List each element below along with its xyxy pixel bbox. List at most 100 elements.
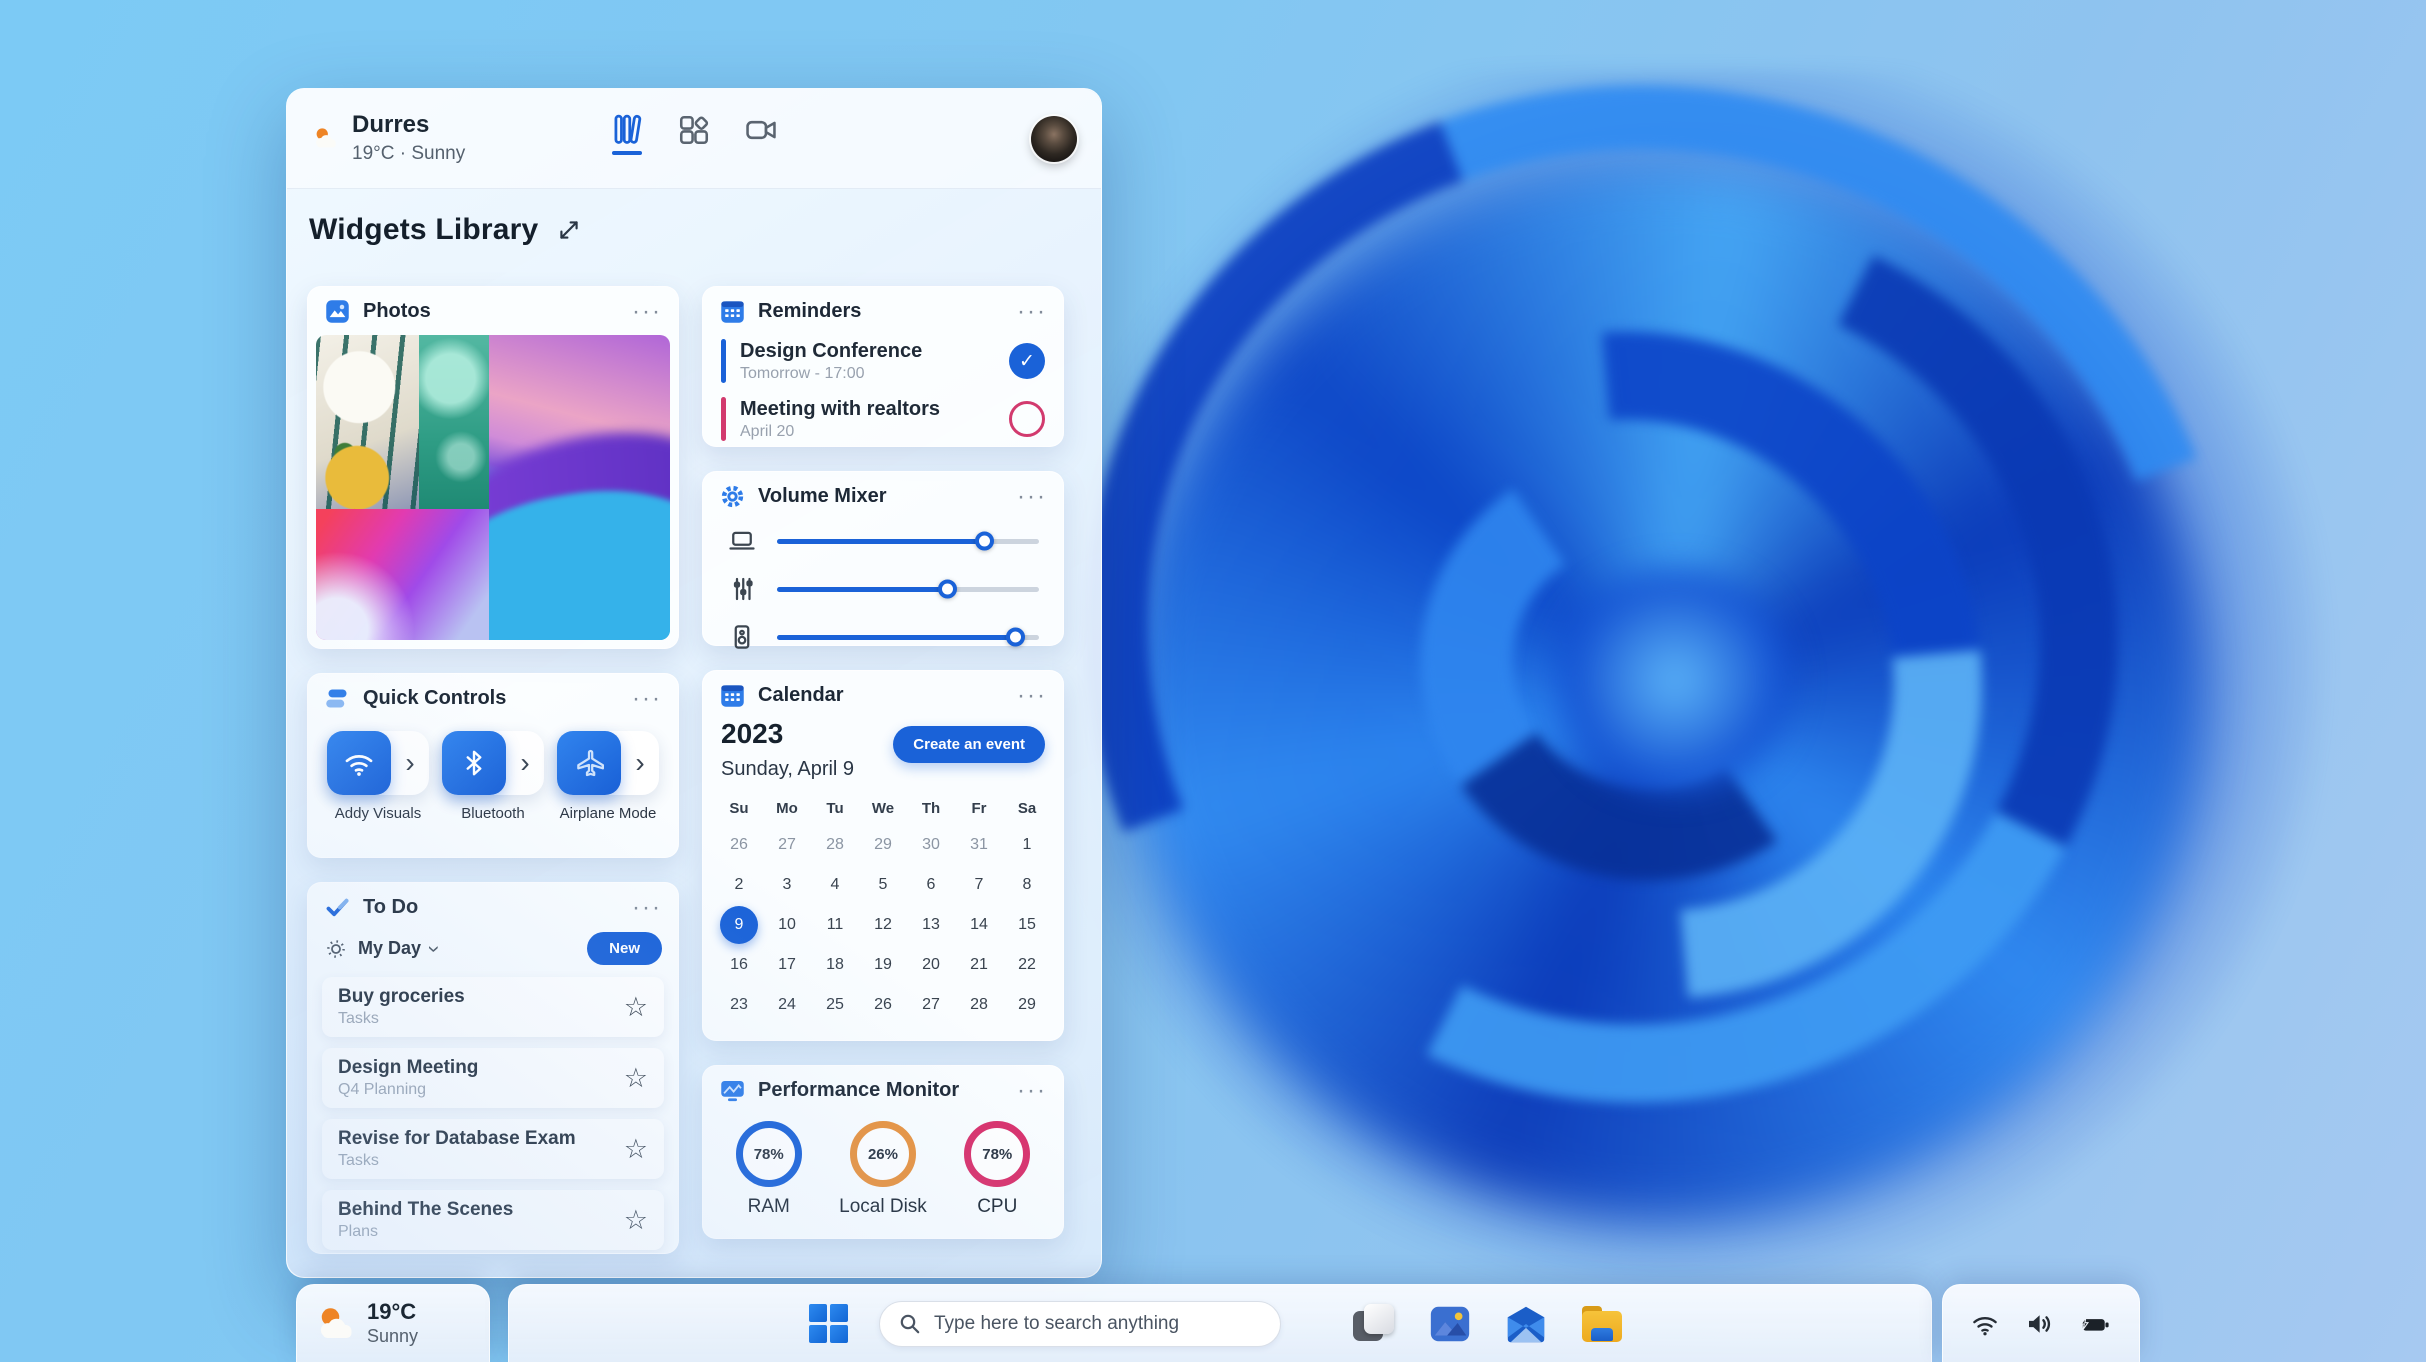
calendar-day[interactable]: 28 — [955, 985, 1003, 1025]
bluetooth-toggle-button[interactable] — [442, 731, 506, 795]
taskbar-condition: Sunny — [367, 1325, 419, 1346]
calendar-day[interactable]: 23 — [715, 985, 763, 1025]
taskbar-weather[interactable]: 19°C Sunny — [296, 1284, 490, 1362]
calendar-day[interactable]: 28 — [811, 825, 859, 865]
calendar-grid: Su Mo Tu We Th Fr Sa 26 27 28 29 30 31 1 2345678 9 10… — [703, 781, 1063, 1025]
task-row[interactable]: Revise for Database Exam Tasks ☆ — [322, 1119, 664, 1179]
calendar-day[interactable]: 24 — [763, 985, 811, 1025]
start-button[interactable] — [809, 1304, 849, 1344]
photo-abstract-wave[interactable] — [489, 335, 670, 640]
more-button[interactable]: ··· — [632, 895, 662, 919]
more-button[interactable]: ··· — [1017, 683, 1047, 707]
quick-control-label: Addy Visuals — [334, 805, 422, 822]
slider-knob[interactable] — [938, 579, 958, 599]
battery-charging-icon[interactable] — [2078, 1309, 2112, 1339]
calendar-day[interactable]: 15 — [1003, 905, 1051, 945]
calendar-day[interactable]: 26 — [715, 825, 763, 865]
library-view-button[interactable] — [609, 113, 645, 155]
photo-drinks[interactable] — [316, 335, 419, 509]
calendar-day[interactable]: 18 — [811, 945, 859, 985]
calendar-day[interactable]: 12 — [859, 905, 907, 945]
widgets-board-button[interactable] — [677, 113, 711, 147]
star-icon[interactable]: ☆ — [624, 993, 648, 1021]
slider-knob[interactable] — [1006, 627, 1026, 647]
more-button[interactable]: ··· — [1017, 484, 1047, 508]
calendar-day[interactable]: 27 — [763, 825, 811, 865]
expand-icon[interactable] — [556, 217, 582, 243]
calendar-day[interactable]: 4 — [811, 865, 859, 905]
airplane-toggle-button[interactable] — [557, 731, 621, 795]
calendar-day[interactable]: 29 — [859, 825, 907, 865]
task-row[interactable]: Design Meeting Q4 Planning ☆ — [322, 1048, 664, 1108]
more-button[interactable]: ··· — [1017, 299, 1047, 323]
calendar-day[interactable]: 17 — [763, 945, 811, 985]
calendar-day[interactable]: 13 — [907, 905, 955, 945]
volume-slider-apps[interactable] — [777, 579, 1039, 599]
star-icon[interactable]: ☆ — [624, 1135, 648, 1163]
file-explorer-button[interactable] — [1579, 1301, 1625, 1347]
calendar-day[interactable]: 30 — [907, 825, 955, 865]
calendar-day[interactable]: 26 — [859, 985, 907, 1025]
calendar-day[interactable]: 6 — [907, 865, 955, 905]
wifi-tray-icon[interactable] — [1970, 1309, 2000, 1339]
cpu-ring: 78% — [964, 1121, 1031, 1187]
volume-tray-icon[interactable] — [2024, 1309, 2054, 1339]
more-button[interactable]: ··· — [1017, 1078, 1047, 1102]
reminder-open-checkbox[interactable] — [1009, 401, 1045, 437]
wifi-expand-chevron[interactable]: › — [391, 731, 429, 795]
create-event-button[interactable]: Create an event — [893, 726, 1045, 763]
photo-pool-water[interactable] — [418, 335, 490, 509]
calendar-day[interactable]: 25 — [811, 985, 859, 1025]
weather-summary[interactable]: Durres 19°C · Sunny — [311, 111, 465, 164]
calendar-day[interactable]: 29 — [1003, 985, 1051, 1025]
more-button[interactable]: ··· — [632, 299, 662, 323]
todo-list-selector[interactable]: My Day — [358, 938, 421, 959]
mail-app-button[interactable] — [1503, 1301, 1549, 1347]
calendar-day[interactable]: 14 — [955, 905, 1003, 945]
calendar-day[interactable]: 7 — [955, 865, 1003, 905]
photo-pink-gradient[interactable] — [316, 508, 490, 640]
calendar-day[interactable]: 3 — [763, 865, 811, 905]
reminder-row[interactable]: Meeting with realtors April 20 — [703, 390, 1063, 448]
system-tray[interactable] — [1942, 1284, 2140, 1362]
calendar-day[interactable]: 31 — [955, 825, 1003, 865]
wifi-toggle-button[interactable] — [327, 731, 391, 795]
taskbar-search[interactable] — [879, 1301, 1281, 1347]
calendar-day[interactable]: 5 — [859, 865, 907, 905]
calendar-day[interactable]: 19 — [859, 945, 907, 985]
search-input[interactable] — [934, 1313, 1262, 1335]
calendar-day[interactable]: 8 — [1003, 865, 1051, 905]
reminder-done-checkbox[interactable]: ✓ — [1009, 343, 1045, 379]
slider-knob[interactable] — [974, 531, 994, 551]
todo-check-icon — [326, 898, 349, 917]
calendar-day[interactable]: 22 — [1003, 945, 1051, 985]
mixer-icon — [733, 577, 753, 601]
calendar-day[interactable]: 1 — [1003, 825, 1051, 865]
task-row[interactable]: Buy groceries Tasks ☆ — [322, 977, 664, 1037]
volume-slider-speaker[interactable] — [777, 627, 1039, 647]
bluetooth-expand-chevron[interactable]: › — [506, 731, 544, 795]
calendar-day[interactable]: 10 — [763, 905, 811, 945]
star-icon[interactable]: ☆ — [624, 1206, 648, 1234]
reminder-row[interactable]: Design Conference Tomorrow - 17:00 ✓ — [703, 332, 1063, 390]
more-button[interactable]: ··· — [632, 686, 662, 710]
calendar-day[interactable]: 27 — [907, 985, 955, 1025]
calendar-day-selected[interactable]: 9 — [720, 906, 758, 944]
monitor-icon — [721, 1080, 744, 1102]
user-avatar[interactable] — [1031, 116, 1077, 162]
airplane-expand-chevron[interactable]: › — [621, 731, 659, 795]
task-view-button[interactable] — [1351, 1301, 1397, 1347]
calendar-day[interactable]: 16 — [715, 945, 763, 985]
calendar-day[interactable]: 21 — [955, 945, 1003, 985]
volume-slider-display[interactable] — [777, 531, 1039, 551]
task-row[interactable]: Behind The Scenes Plans ☆ — [322, 1190, 664, 1250]
new-task-button[interactable]: New — [587, 932, 662, 965]
calendar-day[interactable]: 2 — [715, 865, 763, 905]
star-icon[interactable]: ☆ — [624, 1064, 648, 1092]
calendar-day[interactable]: 20 — [907, 945, 955, 985]
my-day-sun-icon — [327, 939, 345, 958]
chevron-down-icon[interactable]: › — [423, 945, 448, 952]
calendar-day[interactable]: 11 — [811, 905, 859, 945]
camera-view-button[interactable] — [743, 113, 779, 147]
photos-app-button[interactable] — [1427, 1301, 1473, 1347]
